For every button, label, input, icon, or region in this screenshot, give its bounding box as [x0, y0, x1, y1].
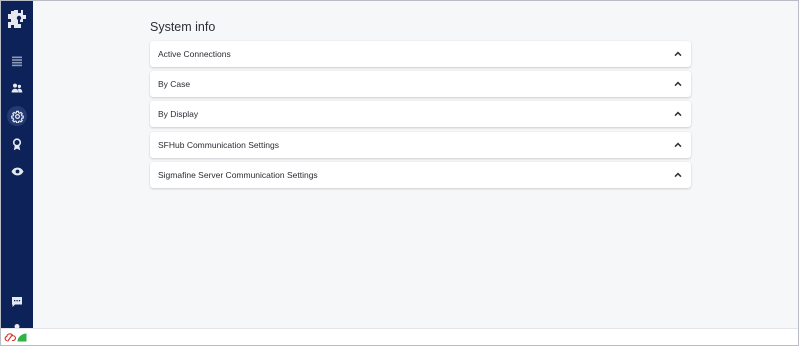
sidebar-item-messages[interactable]: [1, 290, 33, 314]
sidebar-item-dashboard[interactable]: [1, 49, 33, 73]
sidebar-item-awards[interactable]: [1, 132, 33, 156]
accordion-active-connections[interactable]: Active Connections: [150, 41, 691, 67]
signal-icon[interactable]: [17, 333, 27, 342]
sidebar-item-users[interactable]: [1, 76, 33, 100]
status-bar: [1, 328, 798, 345]
chat-icon: [12, 297, 22, 307]
accordion-by-display[interactable]: By Display: [150, 101, 691, 127]
cloud-disconnected-icon[interactable]: [4, 332, 16, 343]
gear-icon: [10, 110, 24, 123]
chevron-up-icon: [674, 51, 682, 57]
main-content: System info Active Connections By Case B…: [33, 1, 798, 328]
chevron-up-icon: [674, 81, 682, 87]
chevron-up-icon: [674, 172, 682, 178]
accordion-label: Active Connections: [158, 49, 231, 59]
active-indicator: [7, 106, 27, 126]
accordion-label: By Display: [158, 109, 199, 119]
accordion-by-case[interactable]: By Case: [150, 71, 691, 97]
sidebar-item-settings[interactable]: [1, 104, 33, 128]
list-icon: [12, 56, 22, 67]
accordion-sigmafine-server-communication-settings[interactable]: Sigmafine Server Communication Settings: [150, 162, 691, 188]
accordion-label: Sigmafine Server Communication Settings: [158, 170, 318, 180]
users-icon: [11, 83, 23, 93]
sidebar-item-view[interactable]: [1, 159, 33, 183]
page-title: System info: [150, 20, 216, 34]
eye-icon: [11, 167, 23, 175]
award-icon: [12, 137, 22, 150]
app-logo[interactable]: [1, 6, 33, 32]
puzzle-gear-logo-icon: [8, 10, 26, 28]
sidebar: [1, 1, 33, 335]
chevron-up-icon: [674, 111, 682, 117]
accordion-sfhub-communication-settings[interactable]: SFHub Communication Settings: [150, 132, 691, 158]
accordion-label: SFHub Communication Settings: [158, 140, 279, 150]
chevron-up-icon: [674, 142, 682, 148]
accordion-label: By Case: [158, 79, 191, 89]
